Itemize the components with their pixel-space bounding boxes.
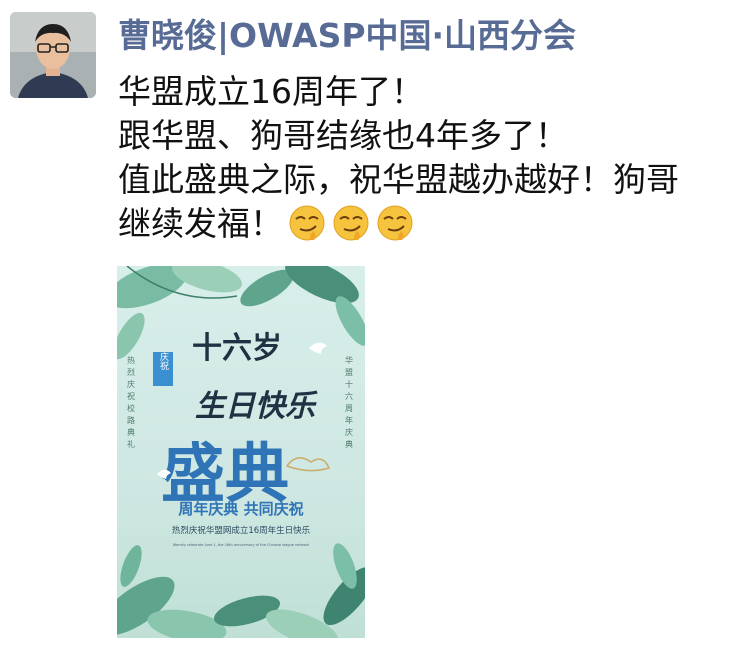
left-vertical-text: 热烈庆祝校路典礼 [127, 355, 136, 452]
poster-subtitle: 周年庆典 共同庆祝 [178, 500, 303, 518]
post-line: 值此盛典之际，祝华盟越办越好！狗哥 [118, 160, 679, 199]
post-text: 华盟成立16周年了！ 跟华盟、狗哥结缘也4年多了！ 值此盛典之际，祝华盟越办越好… [118, 70, 730, 246]
right-vertical-text: 华盟十六周年庆典 [345, 355, 354, 452]
poster-artwork: 热烈庆祝校路典礼 华盟十六周年庆典 庆祝 十六岁 生日快乐 盛典 周年庆典 共同… [117, 266, 365, 638]
poster-caption: 热烈庆祝华盟网成立16周年生日快乐 [172, 525, 311, 536]
smirk-emoji-icon [377, 205, 413, 241]
post-line: 华盟成立16周年了！ [118, 72, 424, 111]
celebration-poster-image[interactable]: 热烈庆祝校路典礼 华盟十六周年庆典 庆祝 十六岁 生日快乐 盛典 周年庆典 共同… [117, 266, 365, 638]
author-name[interactable]: 曹晓俊|OWASP中国·山西分会 [118, 14, 576, 58]
poster-english-line: Warmly celebrate June 1, the 16th annive… [173, 543, 311, 547]
avatar[interactable] [10, 12, 96, 98]
emoji-row [283, 204, 415, 243]
post-line: 跟华盟、狗哥结缘也4年多了！ [118, 116, 568, 155]
smirk-emoji-icon [289, 205, 325, 241]
person-photo [10, 12, 96, 98]
title-script: 生日快乐 [195, 389, 318, 424]
post-line: 继续发福！ [118, 204, 283, 243]
title-top: 十六岁 [192, 331, 282, 366]
post-line-with-emojis: 继续发福！ [118, 202, 730, 246]
badge-text: 庆祝 [158, 351, 169, 371]
smirk-emoji-icon [333, 205, 369, 241]
